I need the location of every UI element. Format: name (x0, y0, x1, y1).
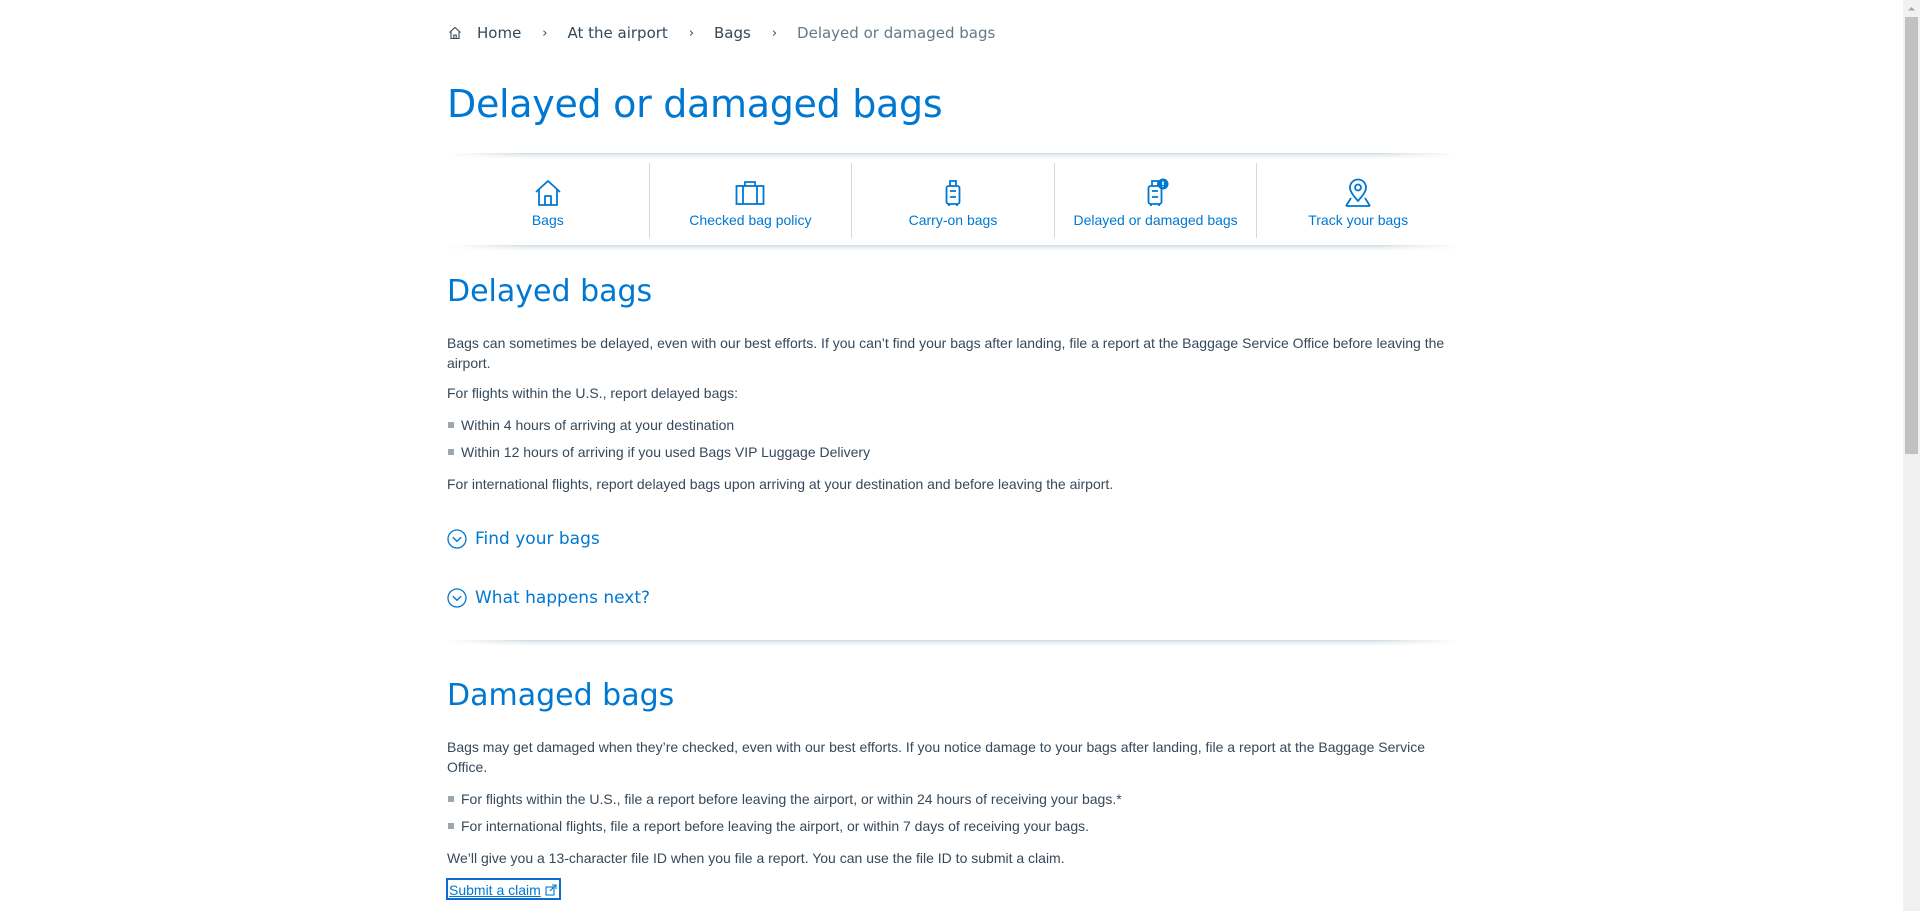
bag-alert-icon (1147, 178, 1169, 206)
delayed-domestic-lead: For flights within the U.S., report dela… (447, 385, 739, 401)
bullet-square-icon (448, 421, 454, 428)
tab-checked-bag-policy[interactable]: Checked bag policy (650, 163, 853, 238)
accordion-label: What happens next? (475, 588, 651, 608)
bullet-square-icon (448, 822, 454, 829)
breadcrumb: Home › At the airport › Bags › Delayed o… (447, 22, 995, 44)
file-id-note: We’ll give you a 13-character file ID wh… (447, 850, 1065, 866)
delayed-international: For international flights, report delaye… (447, 476, 1114, 492)
breadcrumb-bags[interactable]: Bags (714, 24, 751, 42)
list-item-text: Within 12 hours of arriving if you used … (461, 443, 871, 460)
accordion-find-your-bags[interactable]: Find your bags (447, 529, 600, 549)
delayed-intro: Bags can sometimes be delayed, even with… (447, 335, 1445, 371)
accordion-label: Find your bags (475, 529, 600, 549)
submit-claim-label: Submit a claim (449, 881, 541, 898)
vertical-scrollbar[interactable] (1903, 0, 1920, 911)
carry-on-icon (945, 180, 961, 206)
submit-claim-link[interactable]: Submit a claim (446, 878, 561, 900)
tab-label: Checked bag policy (689, 212, 812, 228)
damaged-intro: Bags may get damaged when they’re checke… (447, 739, 1425, 775)
list-item-text: Within 4 hours of arriving at your desti… (461, 416, 735, 433)
scrollbar-thumb[interactable] (1905, 17, 1918, 454)
tab-carry-on-bags[interactable]: Carry-on bags (852, 163, 1055, 238)
suitcase-icon (735, 181, 765, 205)
tab-label: Track your bags (1308, 212, 1409, 228)
list-item-text: For international flights, file a report… (461, 817, 1089, 834)
bag-topic-nav: Bags Checked bag policy Carry-on bags De… (447, 163, 1459, 238)
bullet-square-icon (448, 795, 454, 802)
home-icon[interactable] (447, 25, 463, 41)
chevron-right-icon: › (771, 25, 778, 41)
divider (447, 245, 1459, 251)
breadcrumb-at-the-airport[interactable]: At the airport (568, 24, 668, 42)
scroll-up-arrow-icon[interactable] (1903, 0, 1920, 17)
list-item: For flights within the U.S., file a repo… (447, 785, 1122, 812)
bullet-square-icon (448, 448, 454, 455)
home-icon (535, 180, 561, 206)
breadcrumb-current: Delayed or damaged bags (797, 24, 996, 42)
list-item: For international flights, file a report… (447, 812, 1122, 839)
page-title: Delayed or damaged bags (447, 82, 943, 126)
divider (447, 640, 1459, 646)
section-title-delayed-bags: Delayed bags (447, 274, 653, 309)
tab-label: Carry-on bags (908, 212, 998, 228)
location-pin-icon (1345, 178, 1371, 207)
tab-track-your-bags[interactable]: Track your bags (1257, 163, 1459, 238)
chevron-right-icon: › (688, 25, 695, 41)
breadcrumb-home[interactable]: Home (477, 24, 521, 42)
damaged-bullet-list: For flights within the U.S., file a repo… (447, 785, 1122, 839)
external-link-icon (545, 883, 557, 896)
tab-label: Delayed or damaged bags (1073, 212, 1238, 228)
tab-bags[interactable]: Bags (447, 163, 650, 238)
divider (447, 153, 1459, 159)
list-item: Within 4 hours of arriving at your desti… (447, 411, 870, 438)
accordion-what-happens-next[interactable]: What happens next? (447, 588, 650, 608)
tab-label: Bags (531, 212, 564, 228)
delayed-bullet-list: Within 4 hours of arriving at your desti… (447, 411, 870, 465)
tab-delayed-or-damaged-bags[interactable]: Delayed or damaged bags (1055, 163, 1258, 238)
section-title-damaged-bags: Damaged bags (447, 678, 675, 713)
list-item-text: For flights within the U.S., file a repo… (461, 790, 1122, 807)
chevron-right-icon: › (542, 25, 548, 41)
chevron-down-circle-icon (447, 529, 467, 549)
chevron-down-circle-icon (447, 588, 467, 608)
list-item: Within 12 hours of arriving if you used … (447, 438, 870, 465)
